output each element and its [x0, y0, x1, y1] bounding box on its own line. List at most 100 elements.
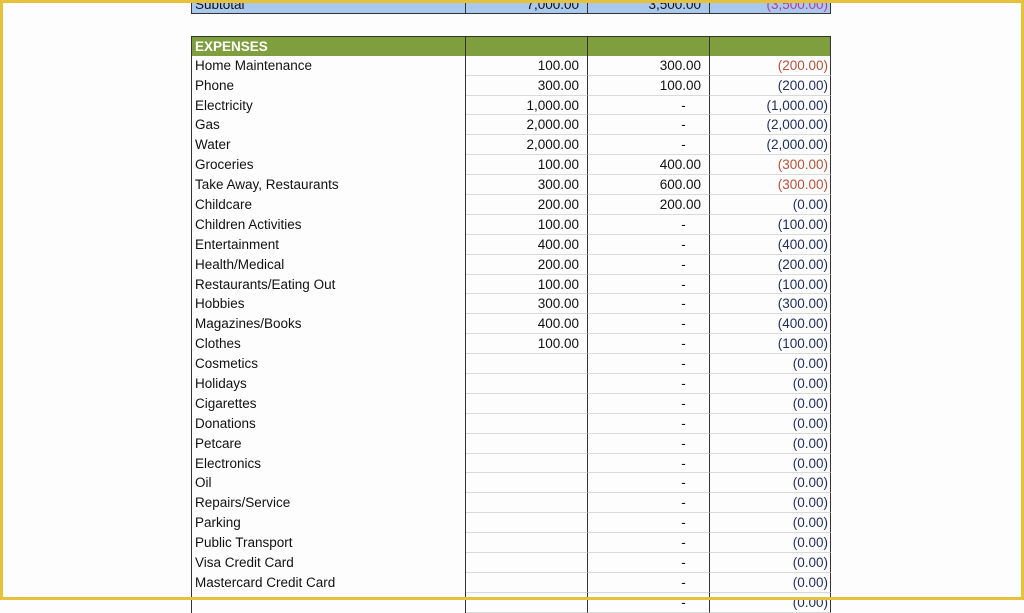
expense-budget[interactable]	[466, 572, 588, 593]
expense-actual[interactable]: -	[588, 473, 710, 494]
expense-budget[interactable]: 100.00	[466, 155, 588, 176]
expense-variance[interactable]: (400.00)	[710, 234, 831, 255]
expense-label[interactable]: Home Maintenance	[191, 55, 466, 76]
expense-variance[interactable]: (0.00)	[710, 493, 831, 514]
expense-variance[interactable]: (1,000.00)	[710, 95, 831, 116]
expense-label[interactable]: Hobbies	[191, 294, 466, 315]
expense-actual[interactable]: 400.00	[588, 155, 710, 176]
subtotal-actual[interactable]: 3,500.00	[588, 0, 710, 14]
expense-budget[interactable]: 300.00	[466, 294, 588, 315]
expense-budget[interactable]	[466, 433, 588, 454]
expense-actual[interactable]: -	[588, 234, 710, 255]
expense-budget[interactable]	[466, 493, 588, 514]
expense-actual[interactable]: -	[588, 274, 710, 295]
expense-label[interactable]	[191, 592, 466, 613]
expense-budget[interactable]: 300.00	[466, 175, 588, 196]
expense-actual[interactable]: -	[588, 433, 710, 454]
expense-actual[interactable]: 600.00	[588, 175, 710, 196]
expense-variance[interactable]: (0.00)	[710, 572, 831, 593]
expense-label[interactable]: Entertainment	[191, 234, 466, 255]
expense-label[interactable]: Electronics	[191, 453, 466, 474]
expense-variance[interactable]: (0.00)	[710, 592, 831, 613]
subtotal-variance[interactable]: (3,500.00)	[710, 0, 831, 14]
expense-budget[interactable]	[466, 374, 588, 394]
expense-budget[interactable]: 2,000.00	[466, 115, 588, 136]
expense-label[interactable]: Donations	[191, 413, 466, 434]
expense-variance[interactable]: (0.00)	[710, 195, 831, 215]
expense-budget[interactable]: 200.00	[466, 254, 588, 275]
expense-variance[interactable]: (100.00)	[710, 214, 831, 235]
expense-label[interactable]: Restaurants/Eating Out	[191, 274, 466, 295]
expense-label[interactable]: Holidays	[191, 374, 466, 394]
expense-variance[interactable]: (0.00)	[710, 354, 831, 375]
expense-actual[interactable]: -	[588, 135, 710, 156]
expense-budget[interactable]	[466, 533, 588, 554]
expense-budget[interactable]: 1,000.00	[466, 95, 588, 116]
expense-label[interactable]: Public Transport	[191, 533, 466, 554]
expense-actual[interactable]: -	[588, 592, 710, 613]
expense-actual[interactable]: 100.00	[588, 75, 710, 96]
expense-variance[interactable]: (100.00)	[710, 334, 831, 355]
expense-variance[interactable]: (0.00)	[710, 533, 831, 554]
expense-budget[interactable]: 200.00	[466, 195, 588, 215]
expense-actual[interactable]: -	[588, 294, 710, 315]
expense-actual[interactable]: 200.00	[588, 195, 710, 215]
expenses-header-variance[interactable]	[710, 35, 831, 56]
expense-label[interactable]: Visa Credit Card	[191, 553, 466, 573]
expense-budget[interactable]	[466, 553, 588, 573]
expense-budget[interactable]: 100.00	[466, 334, 588, 355]
expense-label[interactable]: Water	[191, 135, 466, 156]
expense-variance[interactable]: (0.00)	[710, 553, 831, 573]
expense-actual[interactable]: -	[588, 572, 710, 593]
expense-label[interactable]: Mastercard Credit Card	[191, 572, 466, 593]
expense-label[interactable]: Magazines/Books	[191, 314, 466, 335]
expense-actual[interactable]: -	[588, 533, 710, 554]
expense-label[interactable]: Health/Medical	[191, 254, 466, 275]
expense-budget[interactable]	[466, 354, 588, 375]
expense-variance[interactable]: (200.00)	[710, 75, 831, 96]
expense-actual[interactable]: -	[588, 453, 710, 474]
expense-actual[interactable]: -	[588, 95, 710, 116]
expense-label[interactable]: Cosmetics	[191, 354, 466, 375]
expense-label[interactable]: Take Away, Restaurants	[191, 175, 466, 196]
expense-actual[interactable]: -	[588, 413, 710, 434]
expenses-header-budget[interactable]	[466, 35, 588, 56]
subtotal-budget[interactable]: 7,000.00	[466, 0, 588, 14]
expense-label[interactable]: Children Activities	[191, 214, 466, 235]
expense-actual[interactable]: -	[588, 254, 710, 275]
expense-budget[interactable]	[466, 413, 588, 434]
expense-variance[interactable]: (300.00)	[710, 155, 831, 176]
expense-label[interactable]: Repairs/Service	[191, 493, 466, 514]
expense-variance[interactable]: (0.00)	[710, 473, 831, 494]
expense-variance[interactable]: (0.00)	[710, 393, 831, 414]
expense-label[interactable]: Electricity	[191, 95, 466, 116]
expense-budget[interactable]	[466, 592, 588, 613]
expense-budget[interactable]: 400.00	[466, 234, 588, 255]
expense-label[interactable]: Cigarettes	[191, 393, 466, 414]
expense-budget[interactable]: 2,000.00	[466, 135, 588, 156]
expense-budget[interactable]	[466, 393, 588, 414]
expense-budget[interactable]: 300.00	[466, 75, 588, 96]
expense-actual[interactable]: -	[588, 214, 710, 235]
expense-label[interactable]: Petcare	[191, 433, 466, 454]
expense-budget[interactable]	[466, 473, 588, 494]
expense-variance[interactable]: (300.00)	[710, 294, 831, 315]
expense-label[interactable]: Phone	[191, 75, 466, 96]
expense-actual[interactable]: 300.00	[588, 55, 710, 76]
expense-actual[interactable]: -	[588, 393, 710, 414]
expense-variance[interactable]: (400.00)	[710, 314, 831, 335]
expense-label[interactable]: Parking	[191, 513, 466, 534]
expense-variance[interactable]: (0.00)	[710, 374, 831, 394]
expense-actual[interactable]: -	[588, 334, 710, 355]
expense-variance[interactable]: (0.00)	[710, 433, 831, 454]
expense-actual[interactable]: -	[588, 493, 710, 514]
expense-budget[interactable]: 100.00	[466, 55, 588, 76]
expense-actual[interactable]: -	[588, 314, 710, 335]
expense-budget[interactable]: 100.00	[466, 214, 588, 235]
expense-variance[interactable]: (200.00)	[710, 55, 831, 76]
expenses-header[interactable]: EXPENSES	[191, 35, 466, 56]
expense-actual[interactable]: -	[588, 115, 710, 136]
expense-label[interactable]: Oil	[191, 473, 466, 494]
expense-budget[interactable]: 100.00	[466, 274, 588, 295]
expense-variance[interactable]: (200.00)	[710, 254, 831, 275]
